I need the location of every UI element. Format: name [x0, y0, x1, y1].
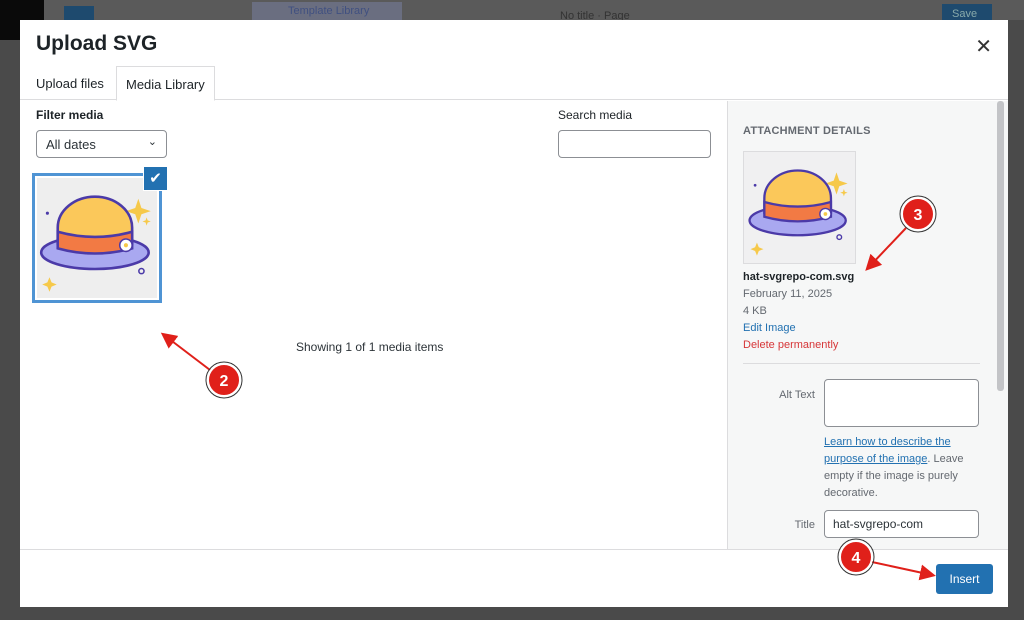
search-media-label: Search media — [558, 108, 633, 122]
background-editor-toolbar: Template Library No title · Page Save — [0, 0, 1024, 40]
delete-permanently-link[interactable]: Delete permanently — [743, 339, 838, 351]
template-library-button: Template Library — [252, 2, 402, 20]
attachment-details-panel: ATTACHMENT DETAILS hat-svgrepo-com.svg F… — [727, 101, 1008, 549]
scrollbar[interactable] — [997, 101, 1004, 391]
add-block-button — [64, 6, 94, 20]
title-label: Title — [794, 519, 815, 531]
tab-upload-files[interactable]: Upload files — [36, 66, 104, 100]
media-count-text: Showing 1 of 1 media items — [296, 340, 444, 354]
title-input[interactable]: hat-svgrepo-com — [824, 510, 979, 538]
close-icon[interactable]: ✕ — [975, 34, 992, 59]
alt-text-input[interactable] — [824, 379, 979, 427]
checkmark-icon[interactable]: ✔ — [143, 166, 168, 191]
upload-svg-modal: Upload SVG ✕ Upload files Media Library … — [20, 20, 1008, 607]
attachment-details-heading: ATTACHMENT DETAILS — [743, 125, 871, 137]
tab-media-library[interactable]: Media Library — [116, 66, 215, 101]
save-button: Save — [942, 4, 992, 20]
attachment-preview — [743, 151, 856, 264]
hat-image — [744, 152, 855, 263]
media-item-thumbnail[interactable] — [32, 173, 162, 303]
insert-button[interactable]: Insert — [936, 564, 993, 594]
modal-footer — [20, 549, 1008, 607]
modal-title: Upload SVG — [36, 32, 158, 55]
chevron-down-icon: ⌄ — [147, 136, 157, 148]
divider — [743, 363, 980, 364]
edit-image-link[interactable]: Edit Image — [743, 322, 796, 334]
attachment-size: 4 KB — [743, 305, 767, 317]
date-filter-value: All dates — [46, 137, 96, 152]
attachment-date: February 11, 2025 — [743, 288, 833, 300]
date-filter-select[interactable]: All dates ⌄ — [36, 130, 167, 158]
search-input[interactable] — [558, 130, 711, 158]
tab-bar: Upload files Media Library — [20, 66, 1008, 101]
hat-image — [35, 176, 159, 300]
filter-media-label: Filter media — [36, 108, 104, 122]
alt-text-label: Alt Text — [779, 389, 815, 401]
alt-text-help: Learn how to describe the purpose of the… — [824, 434, 984, 502]
attachment-filename: hat-svgrepo-com.svg — [743, 271, 855, 283]
